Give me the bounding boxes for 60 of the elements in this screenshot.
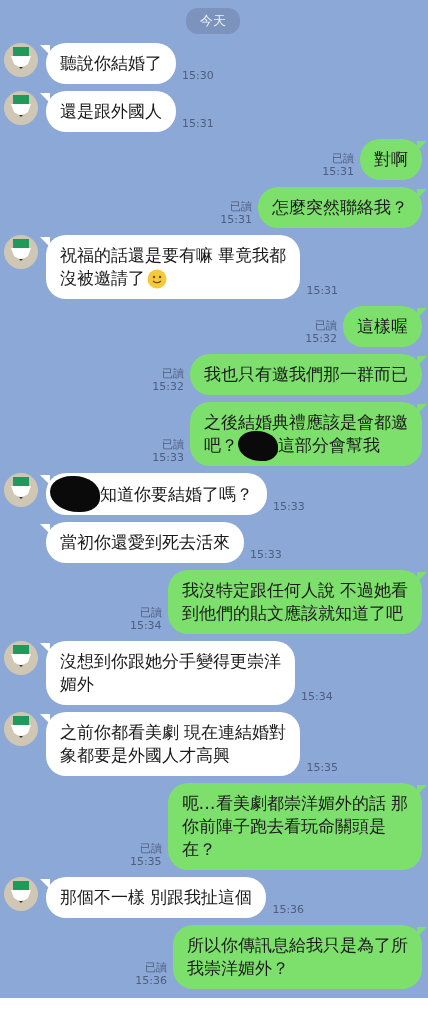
avatar-icon[interactable] xyxy=(4,712,38,746)
message-time: 15:35 xyxy=(306,761,339,774)
message-time: 15:31 xyxy=(220,213,252,226)
smiley-icon xyxy=(147,268,167,289)
message-text: 我沒特定跟任何人說 不過她看 xyxy=(181,579,408,602)
message-text: 你前陣子跑去看玩命關頭是 xyxy=(181,815,386,838)
read-receipt: 已讀 xyxy=(332,152,354,165)
read-receipt: 已讀 xyxy=(162,438,184,451)
message-text: 聽說你結婚了 xyxy=(60,52,162,75)
redaction-mark xyxy=(238,430,278,461)
message-text: 象都要是外國人才高興 xyxy=(60,744,230,767)
message-time: 15:36 xyxy=(272,903,305,916)
message-time: 15:33 xyxy=(273,500,305,513)
message-text: 祝福的話還是要有嘛 畢竟我都 xyxy=(60,244,287,267)
message-text: 之後結婚典禮應該是會都邀 xyxy=(204,411,408,434)
avatar-icon[interactable] xyxy=(4,473,38,507)
read-receipt: 已讀 xyxy=(162,367,184,380)
read-receipt: 已讀 xyxy=(139,606,162,619)
message-time: 15:35 xyxy=(129,855,162,868)
avatar-icon[interactable] xyxy=(4,43,38,77)
message-text: 怎麼突然聯絡我？ xyxy=(272,196,408,219)
message-text: 吧？ xyxy=(204,434,238,457)
message-time: 15:31 xyxy=(306,284,339,297)
read-receipt: 已讀 xyxy=(315,319,337,332)
message-text: 媚外 xyxy=(60,673,94,696)
message-time: 15:31 xyxy=(182,117,214,130)
message-text: 呃…看美劇都崇洋媚外的話 那 xyxy=(181,792,408,815)
read-receipt: 已讀 xyxy=(145,961,167,974)
message-text: 這樣喔 xyxy=(357,315,408,338)
message-text: 沒想到你跟她分手變得更崇洋 xyxy=(60,650,281,673)
date-label: 今天 xyxy=(186,8,240,34)
message-text: 到他們的貼文應該就知道了吧 xyxy=(181,602,403,625)
message-text: 我崇洋媚外？ xyxy=(187,957,289,980)
message-time: 15:32 xyxy=(305,332,337,345)
message-time: 15:36 xyxy=(135,974,167,987)
message-text: 知道你要結婚了嗎？ xyxy=(100,482,253,506)
message-time: 15:33 xyxy=(250,548,282,561)
message-text: 沒被邀請了 xyxy=(60,267,145,290)
message-text: 對啊 xyxy=(374,148,408,171)
read-receipt: 已讀 xyxy=(230,200,252,213)
avatar-icon[interactable] xyxy=(4,877,38,911)
message-text: 這部分會幫我 xyxy=(278,434,380,457)
message-time: 15:34 xyxy=(129,619,162,632)
read-receipt: 已讀 xyxy=(139,842,162,855)
avatar-icon[interactable] xyxy=(4,91,38,125)
redaction-mark xyxy=(50,476,100,512)
message-time: 15:31 xyxy=(322,165,354,178)
message-text: 在？ xyxy=(181,838,216,861)
message-text: 我也只有邀我們那一群而已 xyxy=(204,363,408,386)
message-time: 15:32 xyxy=(152,380,184,393)
message-time: 15:34 xyxy=(301,690,333,703)
message-time: 15:33 xyxy=(152,451,184,464)
message-text: 當初你還愛到死去活來 xyxy=(60,531,230,554)
message-text: 所以你傳訊息給我只是為了所 xyxy=(187,934,408,957)
message-text: 還是跟外國人 xyxy=(60,100,162,123)
message-text: 那個不一樣 別跟我扯這個 xyxy=(60,886,253,909)
message-text: 之前你都看美劇 現在連結婚對 xyxy=(60,721,287,744)
message-time: 15:30 xyxy=(182,69,214,82)
avatar-icon[interactable] xyxy=(4,641,38,675)
avatar-icon[interactable] xyxy=(4,235,38,269)
